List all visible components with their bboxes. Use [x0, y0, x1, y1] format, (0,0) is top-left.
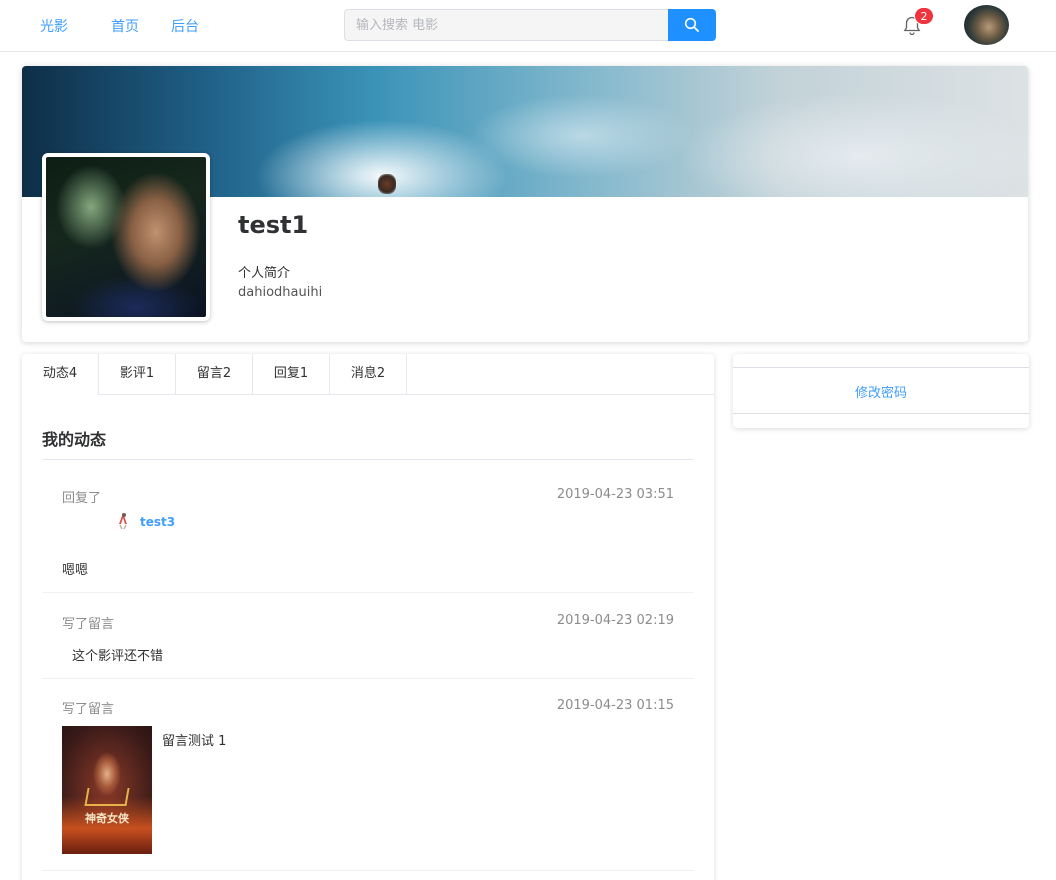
profile-avatar	[42, 153, 210, 321]
tab-replies[interactable]: 回复1	[253, 354, 330, 395]
profile-avatar-image	[46, 157, 206, 317]
brand-logo-link[interactable]: 光影	[40, 16, 68, 36]
tab-messages[interactable]: 消息2	[330, 354, 407, 395]
section-title: 我的动态	[42, 430, 107, 449]
search-button[interactable]	[668, 9, 716, 41]
activity-panel: 动态4 影评1 留言2 回复1 消息2 我的动态 回复了 2019-04-23 …	[22, 354, 714, 880]
activity-text: 这个影评还不错	[72, 649, 164, 664]
activity-time: 2019-04-23 02:19	[556, 613, 674, 628]
poster-title: 神奇女侠	[85, 812, 129, 825]
movie-poster[interactable]: 神奇女侠	[62, 726, 152, 854]
nav-home-link[interactable]: 首页	[111, 16, 139, 36]
profile-card: test1 个人简介 dahiodhauihi	[22, 66, 1028, 342]
side-divider	[733, 413, 1029, 414]
reply-target-user-link[interactable]: test3	[140, 515, 175, 529]
activity-time: 2019-04-23 03:51	[556, 487, 674, 502]
activity-text: 嗯嗯	[62, 563, 89, 578]
activity-divider	[42, 678, 694, 679]
side-divider	[733, 367, 1029, 368]
top-navbar: 光影 首页 后台 2	[0, 0, 1056, 52]
notification-badge: 2	[914, 7, 934, 25]
activity-time: 2019-04-23 01:15	[556, 698, 674, 713]
profile-username: test1	[238, 211, 309, 239]
activity-text: 留言测试 1	[162, 734, 227, 749]
search-input[interactable]	[344, 9, 669, 41]
user-avatar-icon	[119, 513, 127, 530]
activity-kind: 回复了	[62, 491, 102, 506]
bio-text: dahiodhauihi	[238, 285, 323, 300]
user-avatar[interactable]	[964, 5, 1009, 45]
activity-tabs: 动态4 影评1 留言2 回复1 消息2	[22, 354, 714, 395]
poster-logo	[84, 788, 130, 806]
tab-activity[interactable]: 动态4	[22, 354, 99, 395]
tab-comments[interactable]: 留言2	[176, 354, 253, 395]
activity-divider	[42, 870, 694, 871]
activity-divider	[42, 592, 694, 593]
banner-surfer	[378, 174, 396, 194]
activity-kind: 写了留言	[62, 702, 115, 717]
nav-admin-link[interactable]: 后台	[171, 16, 199, 36]
tab-reviews[interactable]: 影评1	[99, 354, 176, 395]
account-side-card: 修改密码	[733, 354, 1029, 428]
search-bar	[344, 9, 716, 41]
section-divider	[42, 459, 694, 460]
bio-label: 个人简介	[238, 266, 291, 281]
activity-kind: 写了留言	[62, 617, 115, 632]
change-password-link[interactable]: 修改密码	[733, 382, 1029, 401]
search-icon	[684, 17, 699, 32]
